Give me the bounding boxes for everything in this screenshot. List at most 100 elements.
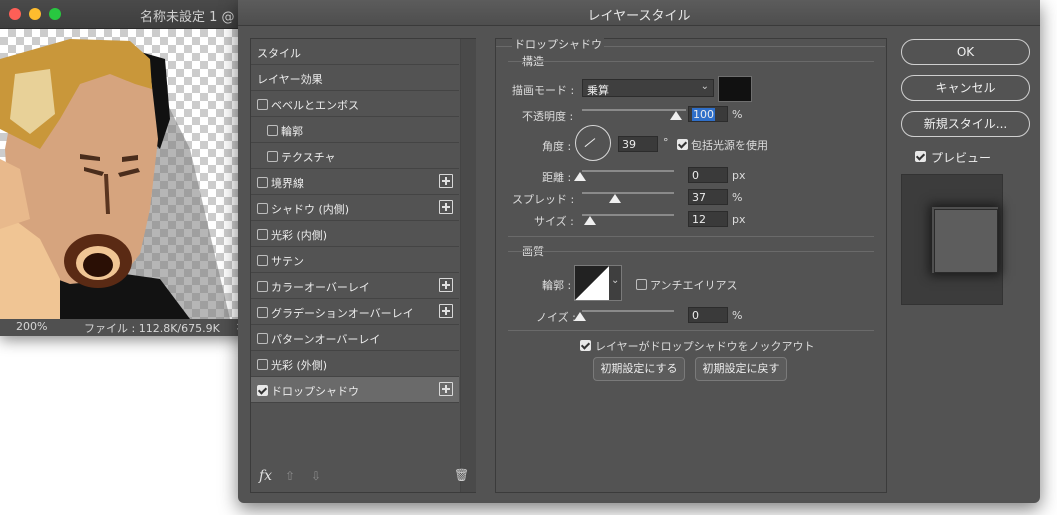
noise-unit: %	[732, 309, 743, 322]
zoom-window-button[interactable]	[49, 8, 61, 20]
inner-glow-checkbox[interactable]	[257, 229, 268, 240]
cancel-button[interactable]: キャンセル	[901, 75, 1030, 101]
anti-aliased-checkbox[interactable]	[636, 279, 647, 290]
size-slider-thumb[interactable]	[584, 216, 596, 225]
style-item-texture[interactable]: テクスチャ	[251, 143, 459, 169]
outer-glow-checkbox[interactable]	[257, 359, 268, 370]
quality-divider	[508, 251, 874, 252]
inner-shadow-checkbox[interactable]	[257, 203, 268, 214]
preview-square	[934, 209, 998, 273]
style-item-bevel-emboss[interactable]: ベベルとエンボス	[251, 91, 459, 117]
add-gradient-overlay-plus-icon[interactable]	[439, 304, 453, 318]
opacity-input[interactable]: 100	[688, 106, 728, 122]
preview-box	[901, 174, 1003, 305]
opacity-slider-thumb[interactable]	[670, 111, 682, 120]
fx-menu-icon[interactable]: fx	[259, 468, 272, 484]
add-inner-shadow-plus-icon[interactable]	[439, 200, 453, 214]
satin-checkbox[interactable]	[257, 255, 268, 266]
size-input[interactable]: 12	[688, 211, 728, 227]
style-item-satin[interactable]: サテン	[251, 247, 459, 273]
style-item-stroke[interactable]: 境界線	[251, 169, 459, 195]
structure-divider	[508, 61, 874, 62]
ok-button[interactable]: OK	[901, 39, 1030, 65]
contour-checkbox[interactable]	[267, 125, 278, 136]
angle-input[interactable]: 39	[618, 136, 658, 152]
color-overlay-checkbox[interactable]	[257, 281, 268, 292]
style-list-footer: fx ⇧ ⇩ 🗑	[251, 462, 475, 492]
distance-input[interactable]: 0	[688, 167, 728, 183]
spread-value: 37	[692, 191, 706, 204]
blend-mode-select[interactable]: 乗算 ⌄	[582, 79, 714, 97]
blend-mode-label: 描画モード :	[512, 84, 575, 97]
close-window-button[interactable]	[9, 8, 21, 20]
document-status-bar: 200% ファイル : 112.8K/675.9K >	[0, 319, 250, 336]
add-stroke-plus-icon[interactable]	[439, 174, 453, 188]
style-item-pattern-overlay[interactable]: パターンオーバーレイ	[251, 325, 459, 351]
pattern-overlay-checkbox[interactable]	[257, 333, 268, 344]
spread-input[interactable]: 37	[688, 189, 728, 205]
contour-picker[interactable]: ⌄	[574, 265, 622, 301]
drop-shadow-checkbox[interactable]	[257, 385, 268, 396]
style-item-label: 光彩 (外側)	[271, 359, 328, 372]
style-item-label: カラーオーバーレイ	[271, 281, 370, 294]
style-item-label: 光彩 (内側)	[271, 229, 328, 242]
spread-slider-track[interactable]	[582, 192, 674, 194]
layer-knocks-out-checkbox[interactable]	[580, 340, 591, 351]
style-item-gradient-overlay[interactable]: グラデーションオーバーレイ	[251, 299, 459, 325]
angle-dial[interactable]	[575, 125, 611, 161]
noise-slider-track[interactable]	[582, 310, 674, 312]
stroke-checkbox[interactable]	[257, 177, 268, 188]
minimize-window-button[interactable]	[29, 8, 41, 20]
preview-label: プレビュー	[931, 151, 992, 165]
contour-label: 輪郭 :	[542, 279, 572, 292]
file-size-info[interactable]: ファイル : 112.8K/675.9K	[84, 320, 220, 336]
noise-slider-thumb[interactable]	[574, 312, 586, 321]
angle-dial-needle	[584, 138, 596, 148]
move-down-icon[interactable]: ⇩	[311, 469, 321, 483]
new-style-button[interactable]: 新規スタイル...	[901, 111, 1030, 137]
structure-bottom-divider	[508, 236, 874, 237]
style-item-label: ベベルとエンボス	[271, 99, 359, 112]
distance-slider-track[interactable]	[582, 170, 674, 172]
style-item-contour[interactable]: 輪郭	[251, 117, 459, 143]
drop-shadow-section-title: ドロップシャドウ	[512, 36, 604, 52]
spread-slider-thumb[interactable]	[609, 194, 621, 203]
style-list-header[interactable]: スタイル	[251, 39, 459, 65]
texture-checkbox[interactable]	[267, 151, 278, 162]
distance-slider-thumb[interactable]	[574, 172, 586, 181]
style-item-inner-glow[interactable]: 光彩 (内側)	[251, 221, 459, 247]
layer-knocks-out-label: レイヤーがドロップシャドウをノックアウト	[595, 340, 815, 353]
drop-shadow-settings-panel: ドロップシャドウ 構造 描画モード : 乗算 ⌄ 不透明度 : 100 % 角度…	[495, 36, 887, 493]
canvas[interactable]	[0, 29, 240, 319]
styles-label: スタイル	[257, 47, 301, 60]
reset-to-default-button[interactable]: 初期設定に戻す	[695, 357, 787, 381]
style-item-color-overlay[interactable]: カラーオーバーレイ	[251, 273, 459, 299]
blend-mode-value: 乗算	[587, 84, 609, 97]
angle-unit: °	[663, 136, 669, 149]
style-item-inner-shadow[interactable]: シャドウ (内側)	[251, 195, 459, 221]
style-item-label: シャドウ (内側)	[271, 203, 350, 216]
distance-label: 距離 :	[542, 171, 572, 184]
distance-unit: px	[732, 169, 746, 182]
noise-value: 0	[692, 309, 699, 322]
move-up-icon[interactable]: ⇧	[285, 469, 295, 483]
add-drop-shadow-plus-icon[interactable]	[439, 382, 453, 396]
bevel-emboss-checkbox[interactable]	[257, 99, 268, 110]
add-color-overlay-plus-icon[interactable]	[439, 278, 453, 292]
style-item-layer-effects[interactable]: レイヤー効果	[251, 65, 459, 91]
style-item-outer-glow[interactable]: 光彩 (外側)	[251, 351, 459, 377]
style-item-label: グラデーションオーバーレイ	[271, 307, 414, 320]
zoom-level[interactable]: 200%	[16, 320, 47, 333]
dialog-titlebar: レイヤースタイル	[238, 0, 1040, 26]
trash-icon[interactable]: 🗑	[454, 468, 469, 482]
make-default-button[interactable]: 初期設定にする	[593, 357, 685, 381]
style-list-scrollbar[interactable]	[460, 39, 476, 492]
gradient-overlay-checkbox[interactable]	[257, 307, 268, 318]
style-item-label: レイヤー効果	[257, 73, 323, 86]
use-global-light-checkbox[interactable]	[677, 139, 688, 150]
preview-checkbox[interactable]	[915, 151, 926, 162]
style-item-label: 輪郭	[281, 125, 303, 138]
noise-input[interactable]: 0	[688, 307, 728, 323]
shadow-color-swatch[interactable]	[718, 76, 752, 102]
style-item-drop-shadow[interactable]: ドロップシャドウ	[251, 377, 459, 403]
